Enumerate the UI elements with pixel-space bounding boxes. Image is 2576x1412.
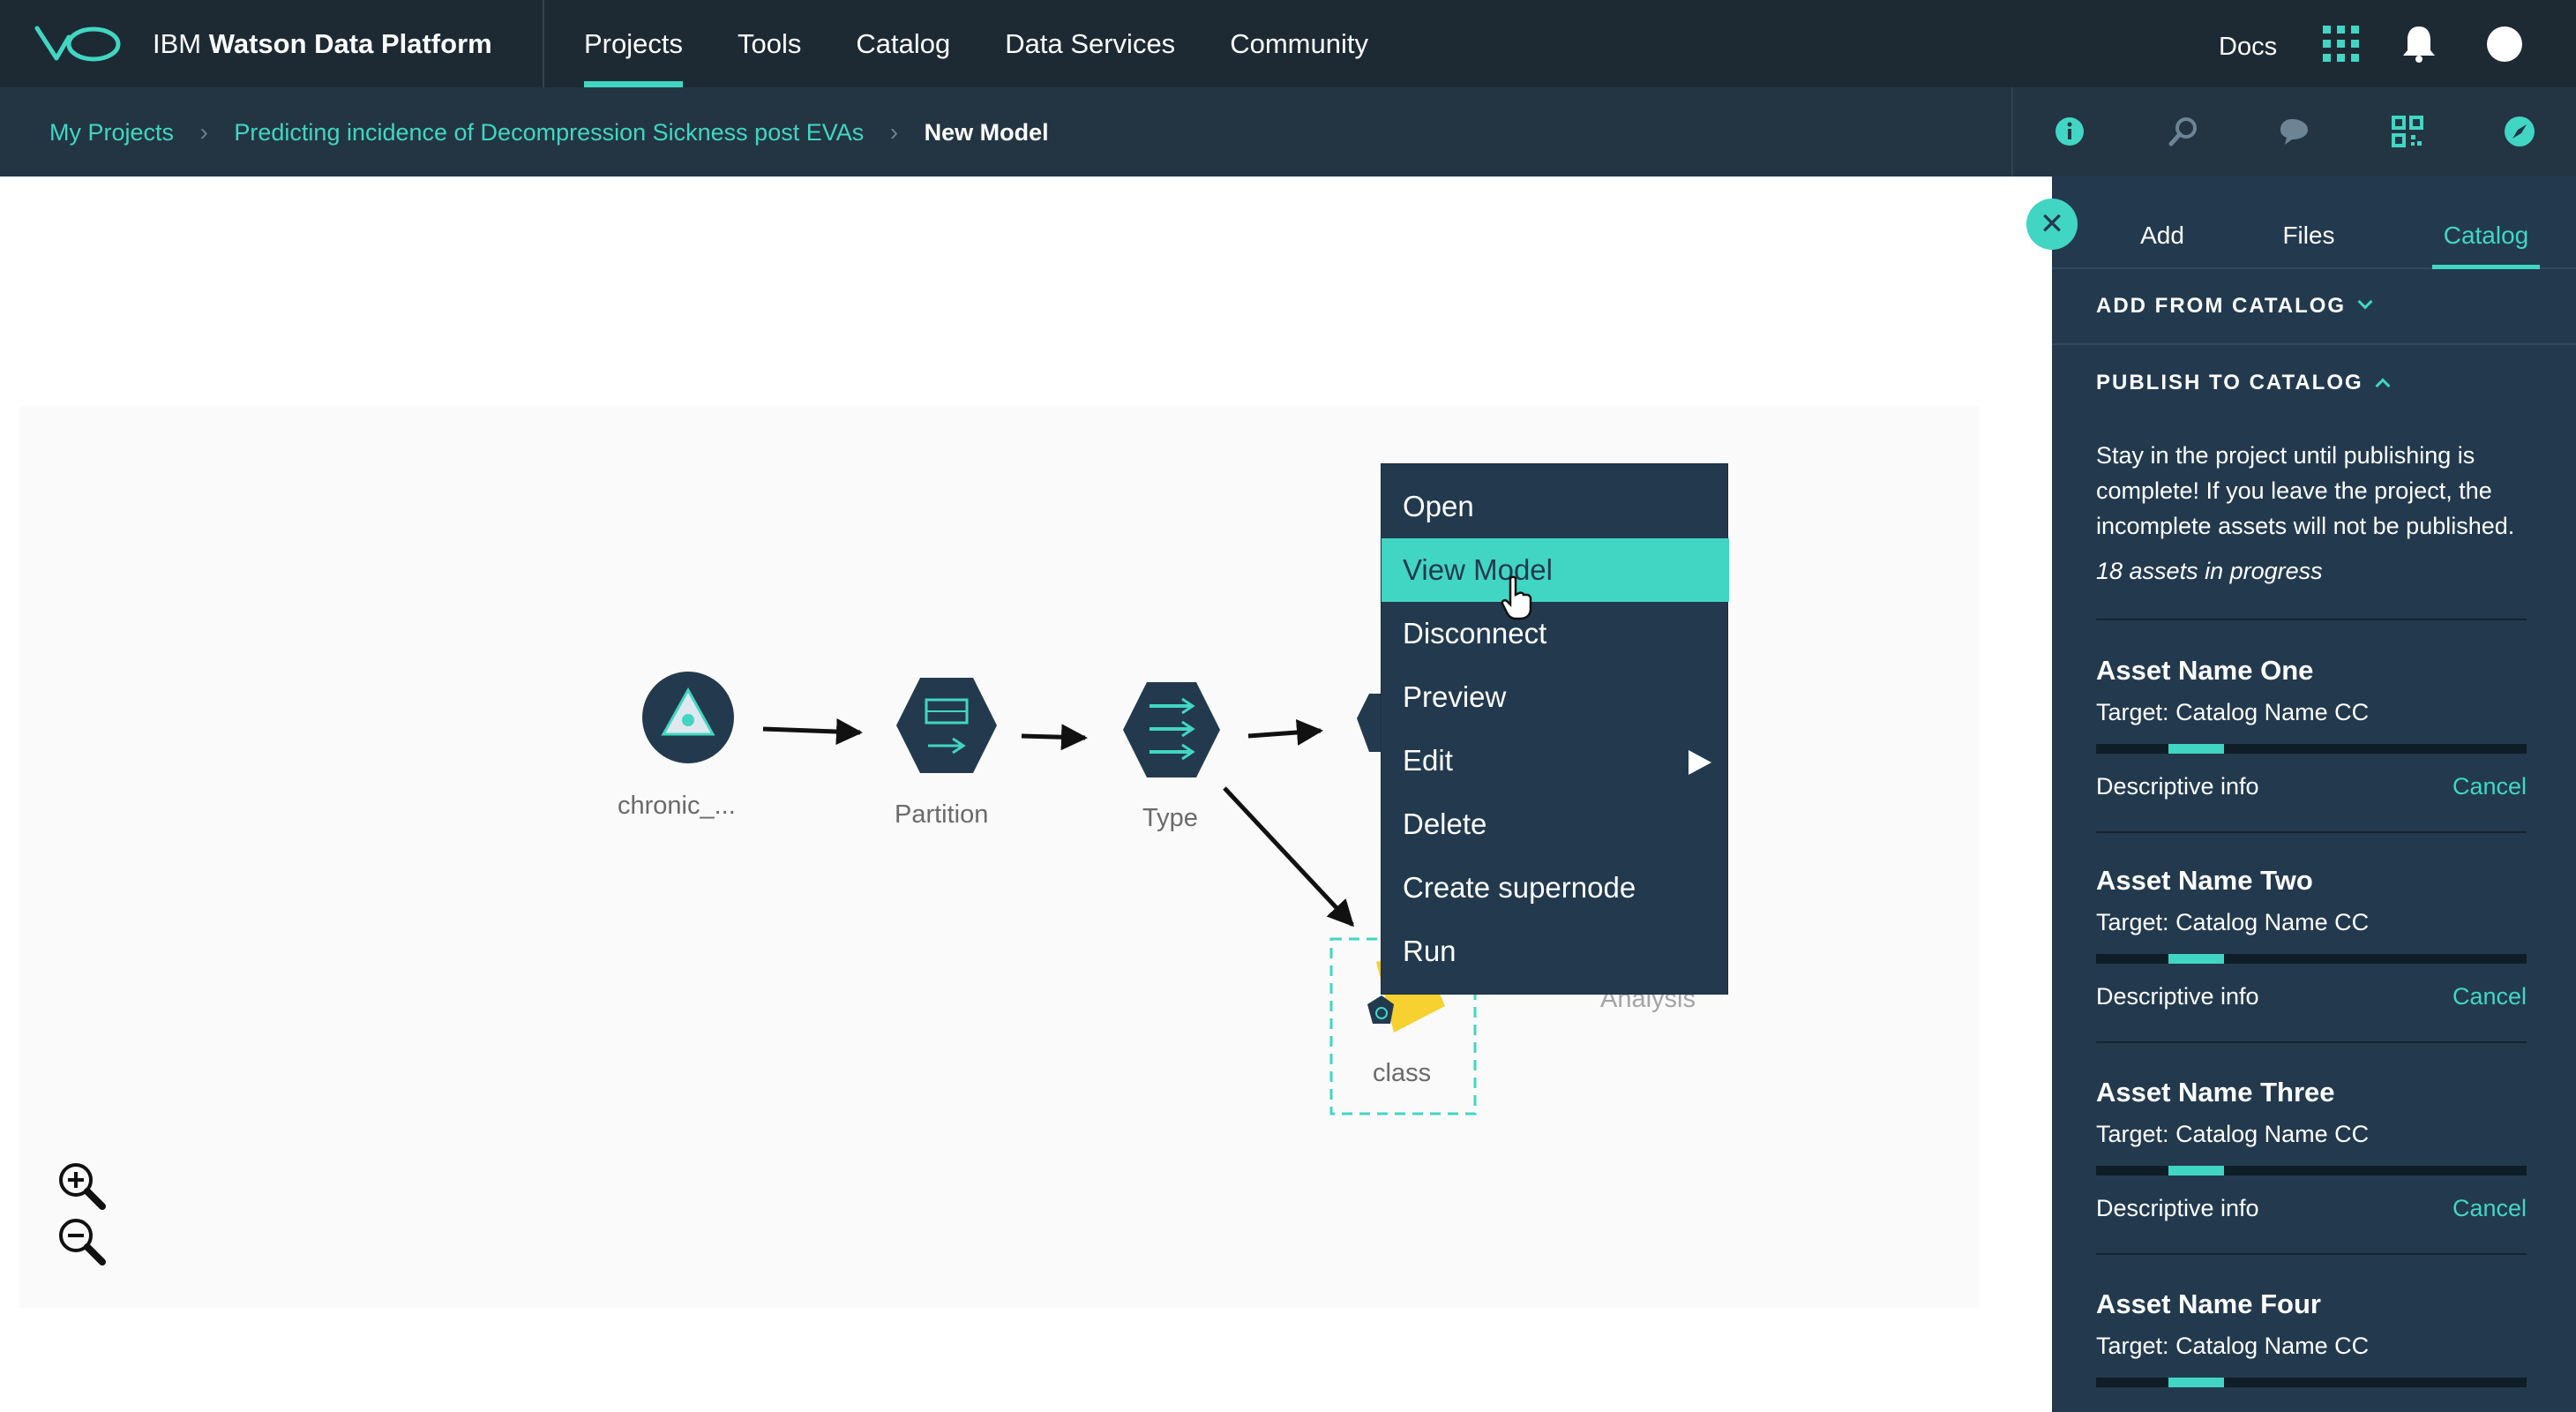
- chevron-up-icon: [2375, 378, 2391, 394]
- asset-name: Asset Name Four: [2096, 1288, 2321, 1319]
- model-node-icon[interactable]: [1357, 694, 1383, 752]
- asset-target: Target: Catalog Name CC: [2096, 909, 2370, 935]
- cancel-link[interactable]: Cancel: [2452, 1195, 2527, 1222]
- publish-to-catalog-toggle[interactable]: PUBLISH TO CATALOG: [2096, 371, 2391, 395]
- asset-info: Descriptive info: [2096, 773, 2259, 800]
- source-node-icon[interactable]: [642, 672, 734, 763]
- flow-arrow: [762, 718, 863, 746]
- type-node-icon[interactable]: [1123, 682, 1220, 777]
- menu-item-preview[interactable]: Preview: [1382, 665, 1729, 729]
- menu-item-edit[interactable]: Edit: [1382, 729, 1729, 792]
- asset-info: Descriptive info: [2096, 1195, 2259, 1221]
- node-label-source: chronic_...: [618, 792, 736, 820]
- asset-divider: [2096, 1041, 2527, 1043]
- asset-progress-bar: [2096, 744, 2527, 754]
- menu-item-create-supernode[interactable]: Create supernode: [1382, 856, 1729, 920]
- panel-tabs: Add Files Catalog: [2052, 176, 2576, 269]
- flow-arrow: [1223, 786, 1355, 928]
- assets-in-progress: 18 assets in progress: [2096, 558, 2323, 584]
- submenu-arrow-icon: [1689, 750, 1711, 775]
- asset-item: Asset Name Four Target: Catalog Name CC: [2096, 1288, 2527, 1387]
- menu-item-delete[interactable]: Delete: [1382, 792, 1729, 856]
- asset-footer: Descriptive info Cancel: [2096, 983, 2527, 1013]
- zoom-in-icon[interactable]: [59, 1163, 106, 1210]
- menu-item-open[interactable]: Open: [1382, 475, 1729, 538]
- asset-name: Asset Name One: [2096, 655, 2314, 686]
- asset-progress-fill: [2168, 1166, 2225, 1175]
- asset-progress-fill: [2168, 1378, 2225, 1387]
- node-label-partition: Partition: [895, 800, 989, 829]
- asset-target: Target: Catalog Name CC: [2096, 1121, 2370, 1147]
- asset-item: Asset Name Three Target: Catalog Name CC…: [2096, 1077, 2527, 1225]
- node-context-menu: Open View Model Disconnect Preview Edit …: [1381, 463, 1729, 995]
- partition-node-icon[interactable]: [896, 678, 997, 773]
- asset-divider: [2096, 1253, 2527, 1255]
- zoom-out-icon[interactable]: [59, 1219, 106, 1266]
- tab-files[interactable]: Files: [2260, 176, 2357, 269]
- asset-target: Target: Catalog Name CC: [2096, 699, 2370, 725]
- node-label-type: Type: [1142, 804, 1198, 832]
- menu-item-edit-label: Edit: [1403, 744, 1453, 777]
- asset-progress-fill: [2168, 744, 2225, 754]
- asset-item: Asset Name Two Target: Catalog Name CC D…: [2096, 865, 2527, 1013]
- asset-footer: Descriptive info Cancel: [2096, 773, 2527, 803]
- section-divider: [2052, 343, 2576, 345]
- asset-divider: [2096, 831, 2527, 833]
- menu-item-view-model[interactable]: View Model: [1382, 538, 1729, 602]
- catalog-panel: Add Files Catalog ADD FROM CATALOG PUBLI…: [2052, 176, 2576, 1412]
- asset-item: Asset Name One Target: Catalog Name CC D…: [2096, 655, 2527, 803]
- menu-item-run[interactable]: Run: [1382, 920, 1729, 983]
- node-label-class: class: [1373, 1059, 1432, 1087]
- close-panel-button[interactable]: ✕: [2026, 199, 2078, 250]
- asset-progress-fill: [2168, 954, 2225, 964]
- publish-to-catalog-label: PUBLISH TO CATALOG: [2096, 371, 2363, 394]
- tab-catalog[interactable]: Catalog: [2432, 176, 2540, 269]
- asset-info: Descriptive info: [2096, 983, 2259, 1010]
- close-icon: ✕: [2039, 207, 2065, 241]
- asset-progress-bar: [2096, 1378, 2527, 1387]
- publish-notice: Stay in the project until publishing is …: [2096, 442, 2515, 539]
- asset-progress-bar: [2096, 954, 2527, 964]
- tab-add[interactable]: Add: [2114, 176, 2211, 269]
- chevron-down-icon: [2357, 294, 2373, 310]
- asset-progress-bar: [2096, 1166, 2527, 1175]
- asset-target: Target: Catalog Name CC: [2096, 1333, 2370, 1359]
- asset-divider: [2096, 619, 2527, 620]
- flow-arrow: [1247, 719, 1323, 746]
- add-from-catalog-label: ADD FROM CATALOG: [2096, 294, 2347, 318]
- asset-name: Asset Name Two: [2096, 865, 2313, 896]
- menu-item-disconnect[interactable]: Disconnect: [1382, 602, 1729, 665]
- cancel-link[interactable]: Cancel: [2452, 983, 2527, 1010]
- add-from-catalog-toggle[interactable]: ADD FROM CATALOG: [2096, 294, 2373, 319]
- asset-name: Asset Name Three: [2096, 1077, 2335, 1108]
- flow-arrow: [1021, 724, 1088, 751]
- asset-footer: Descriptive info Cancel: [2096, 1195, 2527, 1225]
- hand-cursor-icon: [1501, 575, 1532, 620]
- cancel-link[interactable]: Cancel: [2452, 773, 2527, 800]
